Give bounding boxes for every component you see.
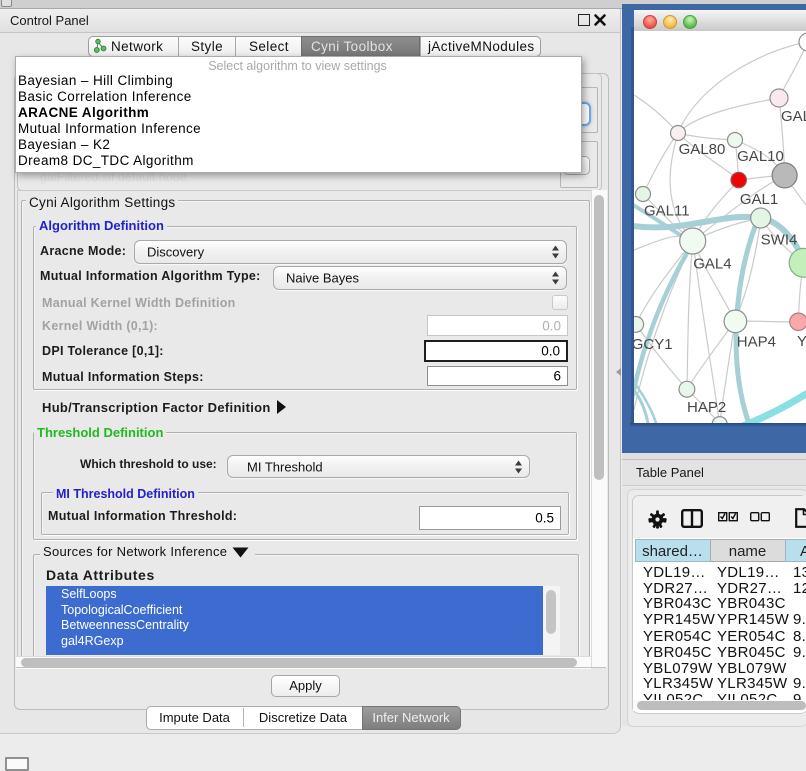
svg-text:GCY1: GCY1	[634, 336, 673, 353]
svg-text:SWI4: SWI4	[761, 232, 798, 249]
svg-text:YM: YM	[797, 333, 806, 350]
svg-text:GAL4: GAL4	[693, 256, 731, 273]
svg-text:GAL7: GAL7	[781, 108, 806, 125]
svg-text:HAP2: HAP2	[687, 399, 726, 416]
svg-text:GAL10: GAL10	[737, 148, 784, 165]
svg-text:GAL1: GAL1	[740, 191, 778, 208]
svg-text:GAL11: GAL11	[644, 203, 690, 220]
svg-text:GAL80: GAL80	[679, 141, 726, 158]
svg-text:HAP4: HAP4	[737, 334, 776, 351]
